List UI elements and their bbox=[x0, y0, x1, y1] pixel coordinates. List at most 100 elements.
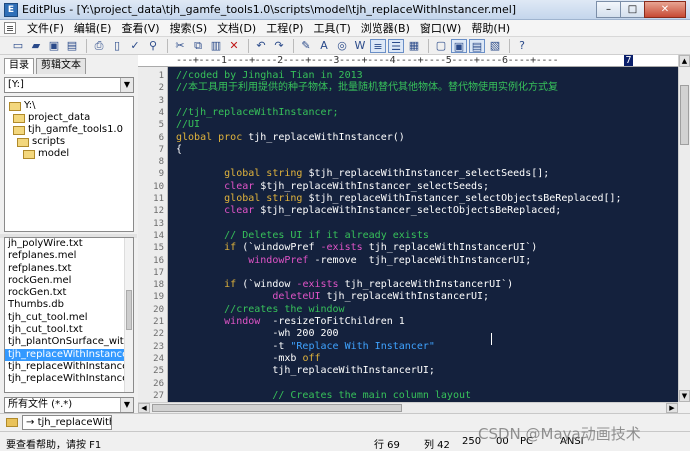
help-icon[interactable]: ? bbox=[514, 39, 530, 53]
list-item[interactable]: tjh_cut_tool.mel bbox=[5, 312, 125, 324]
document-menu-icon[interactable] bbox=[4, 22, 16, 34]
code-line[interactable]: deleteUI tjh_replaceWithInstancerUI; bbox=[176, 291, 489, 303]
chevron-down-icon[interactable]: ▼ bbox=[120, 78, 133, 92]
code-area[interactable]: 1 2 3 4 5 6 7 8 9 10 11 12 13 14 15 16 17 18 19 20 21 22 23 24 2… bbox=[138, 67, 678, 402]
tree-node-scripts[interactable]: scripts bbox=[17, 136, 65, 148]
menu-edit[interactable]: 编辑(E) bbox=[69, 20, 117, 36]
code-line[interactable]: // Creates the main column layout bbox=[176, 390, 471, 402]
code-line[interactable]: { bbox=[176, 144, 182, 156]
list-item[interactable]: jh_polyWire.txt bbox=[5, 238, 125, 250]
chevron-down-icon[interactable]: ▼ bbox=[120, 398, 133, 412]
list-item[interactable]: rockGen.mel bbox=[5, 275, 125, 287]
list-item[interactable]: tjh_replaceWithInstancer.mo bbox=[5, 361, 125, 373]
code-line[interactable]: if (`window -exists tjh_replaceWithInsta… bbox=[176, 279, 513, 291]
cliptext-icon[interactable]: ▣ bbox=[451, 38, 467, 53]
line-numbers-icon[interactable]: ≡ bbox=[370, 38, 386, 53]
code-line[interactable]: -mxb off bbox=[176, 353, 320, 365]
paste-icon[interactable]: ▥ bbox=[208, 39, 224, 53]
open-file-icon[interactable]: ▰ bbox=[28, 39, 44, 53]
scroll-left-icon[interactable]: ◀ bbox=[138, 403, 150, 413]
minimize-button[interactable]: – bbox=[596, 1, 621, 18]
code-line[interactable]: global string $tjh_replaceWithInstancer_… bbox=[176, 193, 622, 205]
directory-icon[interactable]: ▤ bbox=[469, 38, 485, 53]
cut-icon[interactable]: ✂ bbox=[172, 39, 188, 53]
tab-directory[interactable]: 目录 bbox=[4, 58, 34, 74]
list-item-selected[interactable]: tjh_replaceWithInstancer.me bbox=[5, 348, 125, 361]
drive-select[interactable]: [Y:] ▼ bbox=[4, 77, 134, 93]
code-line[interactable]: -t "Replace With Instancer" bbox=[176, 341, 435, 353]
maximize-button[interactable]: □ bbox=[620, 1, 645, 18]
list-item[interactable]: rockGen.txt bbox=[5, 287, 125, 299]
toggle-window-icon[interactable]: ▢ bbox=[433, 39, 449, 53]
code-line[interactable]: //creates the window bbox=[176, 304, 344, 316]
scroll-right-icon[interactable]: ▶ bbox=[666, 403, 678, 413]
find-text-icon[interactable]: ✎ bbox=[298, 39, 314, 53]
code-line[interactable]: if (`windowPref -exists tjh_replaceWithI… bbox=[176, 242, 537, 254]
scrollbar-thumb[interactable] bbox=[152, 404, 402, 412]
list-item[interactable]: Thumbs.db bbox=[5, 299, 125, 311]
tree-node-root[interactable]: Y:\ bbox=[9, 100, 36, 112]
copy-icon[interactable]: ⧉ bbox=[190, 39, 206, 53]
code-line[interactable]: clear $tjh_replaceWithInstancer_selectOb… bbox=[176, 205, 561, 217]
menu-project[interactable]: 工程(P) bbox=[261, 20, 308, 36]
print-preview-icon[interactable]: ▯ bbox=[109, 39, 125, 53]
code-line[interactable]: tjh_replaceWithInstancerUI; bbox=[176, 365, 435, 377]
save-all-icon[interactable]: ▤ bbox=[64, 39, 80, 53]
code-line[interactable]: // Deletes UI if it already exists bbox=[176, 230, 429, 242]
spell-check-icon[interactable]: ✓ bbox=[127, 39, 143, 53]
ruler-icon[interactable]: ☰ bbox=[388, 38, 404, 53]
scroll-up-icon[interactable]: ▲ bbox=[679, 55, 690, 67]
code-line[interactable]: global proc tjh_replaceWithInstancer() bbox=[176, 132, 405, 144]
list-item[interactable]: refplanes.txt bbox=[5, 263, 125, 275]
word-wrap-icon[interactable]: W bbox=[352, 39, 368, 53]
code-line[interactable]: //本工具用于利用提供的种子物体，批量随机替代其他物体。替代物使用实例化方式复 bbox=[176, 82, 558, 94]
list-item[interactable]: tjh_cut_tool.txt bbox=[5, 324, 125, 336]
document-tab[interactable]: → tjh_replaceWithInst bbox=[22, 415, 112, 430]
menu-help[interactable]: 帮助(H) bbox=[466, 20, 515, 36]
scroll-down-icon[interactable]: ▼ bbox=[679, 390, 690, 402]
output-window-icon[interactable]: ▧ bbox=[487, 39, 503, 53]
tree-node-tools[interactable]: tjh_gamfe_tools1.0 bbox=[13, 124, 123, 136]
horizontal-scrollbar[interactable]: ◀ ▶ bbox=[138, 402, 678, 413]
code-line[interactable]: //tjh_replaceWithInstancer; bbox=[176, 107, 339, 119]
menu-document[interactable]: 文档(D) bbox=[212, 20, 261, 36]
print-icon[interactable]: ⎙ bbox=[91, 39, 107, 53]
tab-cliptext[interactable]: 剪辑文本 bbox=[36, 58, 86, 74]
line-number: 18 bbox=[153, 280, 164, 291]
editplus-app-icon[interactable]: E bbox=[4, 3, 18, 17]
menu-view[interactable]: 查看(V) bbox=[116, 20, 164, 36]
list-item[interactable]: refplanes.mel bbox=[5, 250, 125, 262]
code-line[interactable]: global string $tjh_replaceWithInstancer_… bbox=[176, 168, 549, 180]
menu-file[interactable]: 文件(F) bbox=[22, 20, 69, 36]
scrollbar-thumb[interactable] bbox=[680, 85, 689, 145]
column-select-icon[interactable]: ▦ bbox=[406, 39, 422, 53]
code-line[interactable]: //UI bbox=[176, 119, 200, 131]
menu-window[interactable]: 窗口(W) bbox=[415, 20, 466, 36]
tree-node-model[interactable]: model bbox=[23, 148, 69, 160]
undo-icon[interactable]: ↶ bbox=[253, 39, 269, 53]
find-icon[interactable]: ⚲ bbox=[145, 39, 161, 53]
delete-icon[interactable]: ✕ bbox=[226, 39, 242, 53]
vertical-scrollbar[interactable]: ▲ ▼ bbox=[678, 55, 690, 402]
replace-icon[interactable]: A bbox=[316, 39, 332, 53]
browser-icon[interactable]: ◎ bbox=[334, 39, 350, 53]
file-list-scrollbar[interactable] bbox=[124, 238, 133, 392]
menu-browser[interactable]: 浏览器(B) bbox=[356, 20, 415, 36]
list-item[interactable]: tjh_replaceWithInstancer.txt bbox=[5, 373, 125, 385]
code-line[interactable]: //coded by Jinghai Tian in 2013 bbox=[176, 70, 363, 82]
tree-node-project-data[interactable]: project_data bbox=[13, 112, 90, 124]
new-file-icon[interactable]: ▭ bbox=[10, 39, 26, 53]
list-item[interactable]: tjh_plantOnSurface_withFoll bbox=[5, 336, 125, 348]
code-line[interactable]: windowPref -remove tjh_replaceWithInstan… bbox=[176, 255, 531, 267]
scrollbar-thumb[interactable] bbox=[126, 290, 132, 330]
code-token: $tjh_replaceWithInstancer_selectObjectsB… bbox=[308, 193, 622, 204]
redo-icon[interactable]: ↷ bbox=[271, 39, 287, 53]
menu-tools[interactable]: 工具(T) bbox=[308, 20, 355, 36]
file-filter-select[interactable]: 所有文件 (*.*) ▼ bbox=[4, 397, 134, 413]
code-line[interactable]: clear $tjh_replaceWithInstancer_selectSe… bbox=[176, 181, 489, 193]
menu-search[interactable]: 搜索(S) bbox=[165, 20, 213, 36]
code-line[interactable]: window -resizeToFitChildren 1 bbox=[176, 316, 405, 328]
save-icon[interactable]: ▣ bbox=[46, 39, 62, 53]
code-line[interactable]: -wh 200 200 bbox=[176, 328, 338, 340]
close-button[interactable]: ✕ bbox=[644, 1, 686, 18]
